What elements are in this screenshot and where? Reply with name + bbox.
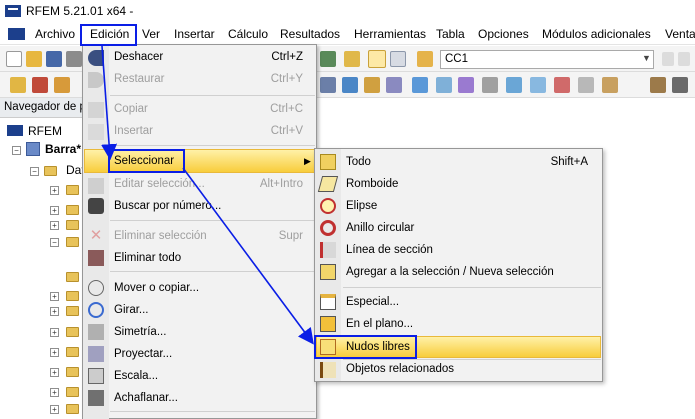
- annotation-arrows: [101, 45, 314, 345]
- annotation-arrow-2: [182, 167, 314, 345]
- annotation-arrow-1: [101, 45, 118, 161]
